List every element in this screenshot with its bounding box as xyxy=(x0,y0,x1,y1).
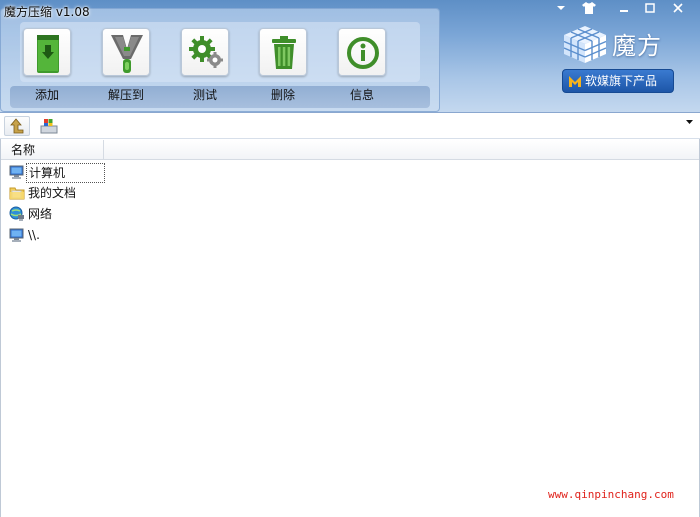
rubiks-cube-icon xyxy=(563,26,607,63)
path-dropdown-button[interactable] xyxy=(685,118,694,130)
computer-icon xyxy=(9,165,24,179)
trash-icon xyxy=(272,36,296,69)
test-label: 测试 xyxy=(192,88,217,102)
add-label: 添加 xyxy=(34,88,59,102)
up-arrow-icon xyxy=(10,118,24,134)
item-label: 计算机 xyxy=(26,163,105,183)
address-bar xyxy=(0,112,700,139)
network-icon xyxy=(9,206,24,221)
info-button[interactable]: 信息 xyxy=(337,28,387,103)
brand-tagline-link[interactable]: 软媒旗下产品 xyxy=(562,69,674,93)
delete-button[interactable]: 删除 xyxy=(258,28,308,103)
dropdown-arrow-icon xyxy=(686,120,693,124)
file-list[interactable]: 名称 计算机 我的文档 网络 \\. www.qinpinchang.com xyxy=(0,139,700,517)
extract-to-button[interactable]: 解压到 xyxy=(101,28,151,103)
item-label: 网络 xyxy=(28,207,53,221)
delete-label: 删除 xyxy=(270,88,295,102)
add-button[interactable]: 添加 xyxy=(22,28,72,103)
maximize-button[interactable] xyxy=(640,2,660,18)
gears-icon xyxy=(189,36,223,68)
menu-dropdown-button[interactable] xyxy=(551,2,571,18)
watermark-text: www.qinpinchang.com xyxy=(548,488,674,501)
chevron-down-icon xyxy=(557,6,565,10)
archive-add-icon xyxy=(37,35,59,73)
up-level-button[interactable] xyxy=(4,116,30,136)
test-button[interactable]: 测试 xyxy=(180,28,230,103)
extract-to-label: 解压到 xyxy=(107,88,144,102)
maximize-icon xyxy=(645,3,655,13)
window-title: 魔方压缩 v1.08 xyxy=(4,5,90,19)
info-label: 信息 xyxy=(349,88,374,102)
item-label: \\. xyxy=(28,228,40,242)
ruanmei-logo-icon xyxy=(569,76,581,87)
computer-path-icon xyxy=(40,119,58,134)
app-header: 魔方压缩 v1.08 添加 解压到 测试 删除 信息 魔方 软媒旗下产品 xyxy=(0,0,700,112)
close-icon xyxy=(673,3,683,13)
skin-button[interactable] xyxy=(579,2,599,18)
minimize-icon xyxy=(620,10,628,12)
column-name-header[interactable]: 名称 xyxy=(1,140,104,160)
close-button[interactable] xyxy=(668,2,688,18)
folder-icon xyxy=(9,187,25,200)
brand-logo: 魔方 xyxy=(562,24,692,64)
minimize-button[interactable] xyxy=(614,2,634,18)
column-header: 名称 xyxy=(1,140,699,160)
info-icon xyxy=(347,37,379,69)
computer-icon xyxy=(9,228,24,242)
zipper-icon xyxy=(111,35,143,73)
tagline-text: 软媒旗下产品 xyxy=(585,74,658,88)
shirt-icon xyxy=(582,2,596,14)
brand-name: 魔方 xyxy=(612,32,662,60)
item-label: 我的文档 xyxy=(28,186,77,200)
